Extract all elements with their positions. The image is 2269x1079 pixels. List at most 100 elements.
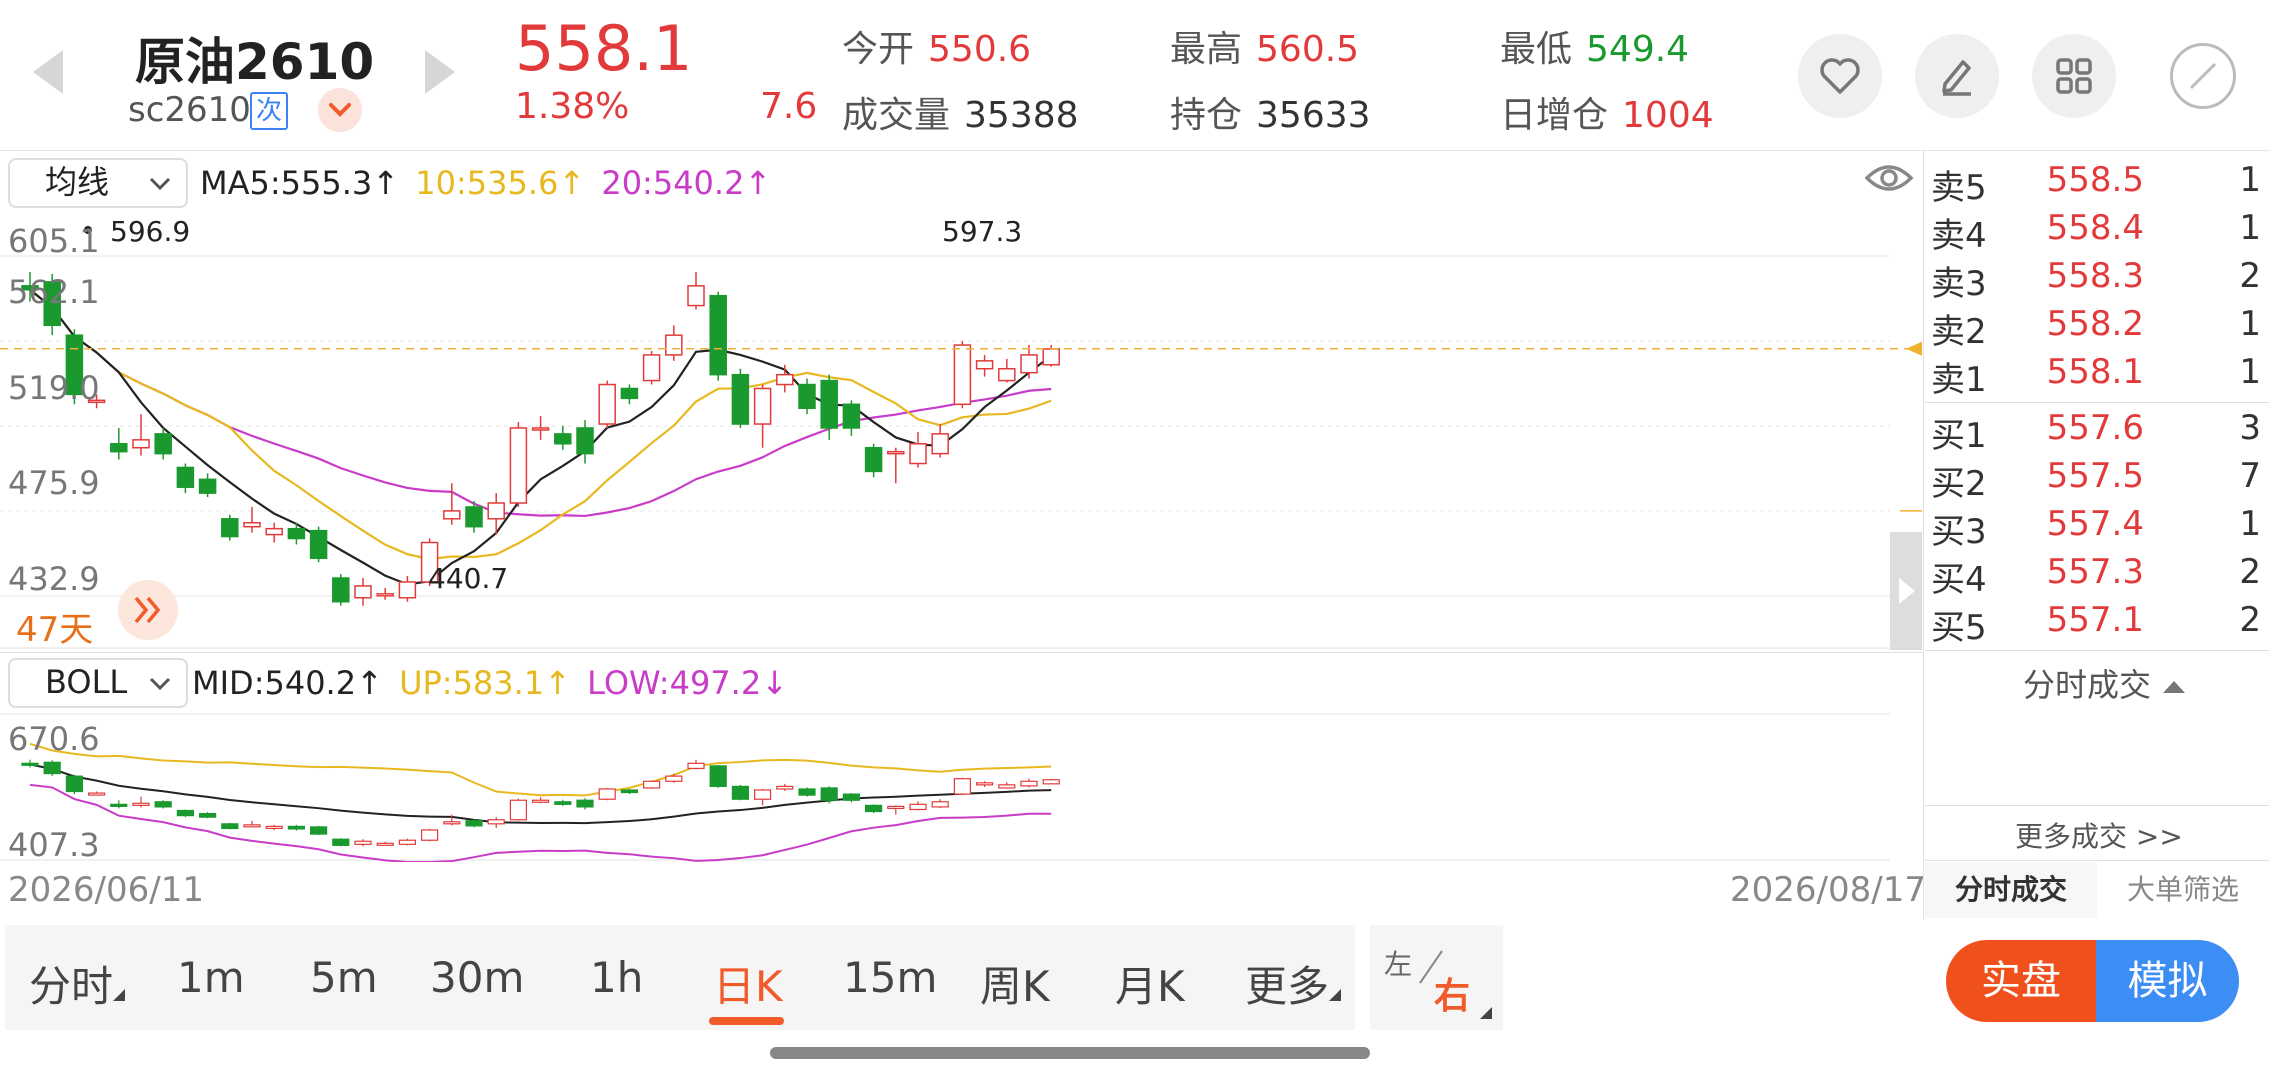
expand-range-button[interactable]: [118, 580, 178, 640]
candle-body: [154, 433, 172, 455]
boll-chart[interactable]: [0, 712, 1924, 862]
tab-5m[interactable]: 5m: [310, 953, 378, 1002]
candle-body: [376, 593, 394, 597]
prev-contract-arrow[interactable]: [33, 50, 63, 94]
ask-row-1: 卖1 558.1 1: [1925, 352, 2269, 400]
ask-volume: 1: [2239, 160, 2261, 200]
tab-1m[interactable]: 1m: [177, 953, 245, 1002]
ma10-legend: 10:535.6↑: [415, 164, 586, 202]
boll-candle-body: [975, 782, 994, 786]
boll-candle-body: [1042, 779, 1060, 785]
candle-body: [776, 373, 794, 386]
tab-timeshare-label: 分时: [29, 962, 114, 1011]
open-label: 今开: [842, 29, 915, 70]
contract-dropdown-button[interactable]: [318, 88, 362, 132]
bid-row-5: 买5 557.1 2: [1925, 600, 2269, 648]
candle-body: [931, 433, 949, 455]
subtab-divider: [1925, 860, 2269, 861]
boll-candle-body: [310, 826, 328, 835]
tab-30m[interactable]: 30m: [430, 953, 524, 1002]
ask-volume: 1: [2239, 352, 2261, 392]
ma-legend: MA5:555.3↑ 10:535.6↑ 20:540.2↑: [200, 164, 771, 202]
tab-daily-k[interactable]: 日K: [713, 953, 783, 1014]
boll-candle-body: [176, 809, 194, 817]
boll-candle-body: [287, 825, 305, 830]
bid-row-4: 买4 557.3 2: [1925, 552, 2269, 600]
candle-body: [709, 294, 727, 376]
boll-candle-body: [909, 803, 927, 811]
candle-body: [221, 518, 239, 538]
candle-body: [642, 354, 661, 382]
bid-label: 买3: [1931, 512, 1987, 552]
close-button[interactable]: [2170, 43, 2236, 109]
candle-body: [443, 510, 461, 520]
date-end: 2026/08/17: [1730, 870, 1926, 910]
boll-candle-body: [87, 792, 106, 796]
tab-more[interactable]: 更多: [1245, 953, 1342, 1014]
next-contract-arrow[interactable]: [425, 50, 455, 94]
tab-timeshare[interactable]: 分时: [29, 953, 126, 1014]
kline-chart[interactable]: [0, 212, 1924, 650]
ask-volume: 2: [2239, 256, 2261, 296]
boll-candle-body: [376, 842, 394, 846]
boll-candle-body: [509, 799, 527, 821]
tab-more-label: 更多: [1245, 962, 1330, 1011]
boll-candle-body: [642, 780, 661, 789]
candle-body: [287, 527, 306, 540]
real-trade-button[interactable]: 实盘: [1946, 940, 2096, 1022]
candle-body: [998, 367, 1016, 382]
edit-button[interactable]: [1915, 34, 1999, 118]
candle-body: [864, 446, 883, 473]
ask-row-2: 卖2 558.2 1: [1925, 304, 2269, 352]
tab-15m[interactable]: 15m: [843, 953, 937, 1002]
header-divider: [0, 150, 2269, 151]
oi-stat: 持仓 35633: [1170, 86, 1371, 138]
corner-triangle-icon: [113, 989, 126, 1001]
ask-label: 卖1: [1931, 360, 1987, 400]
candle-body: [465, 506, 483, 528]
ask-label: 卖4: [1931, 216, 1987, 256]
ask-row-4: 卖4 558.4 1: [1925, 208, 2269, 256]
boll-up-legend: UP:583.1↑: [399, 664, 571, 702]
volume-label: 成交量: [842, 95, 951, 136]
y-label-5: 432.9: [8, 560, 100, 598]
ticks-toggle[interactable]: 分时成交: [2023, 660, 2187, 706]
indicator-select-main[interactable]: 均线: [8, 158, 188, 208]
left-hand-label: 左: [1384, 948, 1413, 981]
collapse-orderbook-handle[interactable]: [1890, 532, 1922, 650]
sim-trade-button[interactable]: 模拟: [2096, 940, 2239, 1022]
ask-price: 558.1: [2046, 352, 2144, 392]
bid-volume: 1: [2239, 504, 2261, 544]
apps-button[interactable]: [2032, 34, 2116, 118]
candle-body: [820, 379, 838, 429]
boll-legend: MID:540.2↑ UP:583.1↑ LOW:497.2↓: [192, 664, 788, 702]
boll-candle-body: [998, 784, 1016, 789]
more-divider: [1925, 805, 2269, 806]
active-tab-indicator: [709, 1017, 784, 1025]
tab-weekly-k[interactable]: 周K: [980, 953, 1050, 1014]
eye-toggle[interactable]: [1864, 160, 1914, 200]
boll-candle-body: [709, 765, 727, 787]
more-ticks-link[interactable]: 更多成交 >>: [2015, 815, 2183, 855]
ask-bid-divider: [1925, 402, 2269, 403]
change-value: 7.6: [760, 86, 818, 127]
period-tabs: 分时 1m 5m 30m 1h 日K 15m 周K 月K 更多: [5, 925, 1355, 1030]
ask-volume: 1: [2239, 304, 2261, 344]
indicator-select-main-label: 均线: [45, 163, 110, 201]
bid-price: 557.1: [2046, 600, 2144, 640]
last-price: 558.1: [515, 12, 693, 85]
tab-monthly-k[interactable]: 月K: [1115, 953, 1185, 1014]
ask-price: 558.3: [2046, 256, 2144, 296]
indicator-select-sub[interactable]: BOLL: [8, 658, 188, 708]
tab-ticks[interactable]: 分时成交: [1925, 862, 2097, 918]
heart-icon: [1820, 58, 1860, 94]
corner-triangle-icon: [1329, 989, 1342, 1001]
boll-candle-body: [132, 802, 150, 806]
favorite-button[interactable]: [1798, 34, 1882, 118]
candle-body: [554, 433, 572, 445]
tab-1h[interactable]: 1h: [590, 953, 643, 1002]
tab-big-orders[interactable]: 大单筛选: [2097, 862, 2269, 918]
home-indicator: [770, 1047, 1370, 1059]
hand-toggle[interactable]: 左 右: [1370, 925, 1503, 1030]
triangle-up-icon: [2163, 681, 2186, 693]
